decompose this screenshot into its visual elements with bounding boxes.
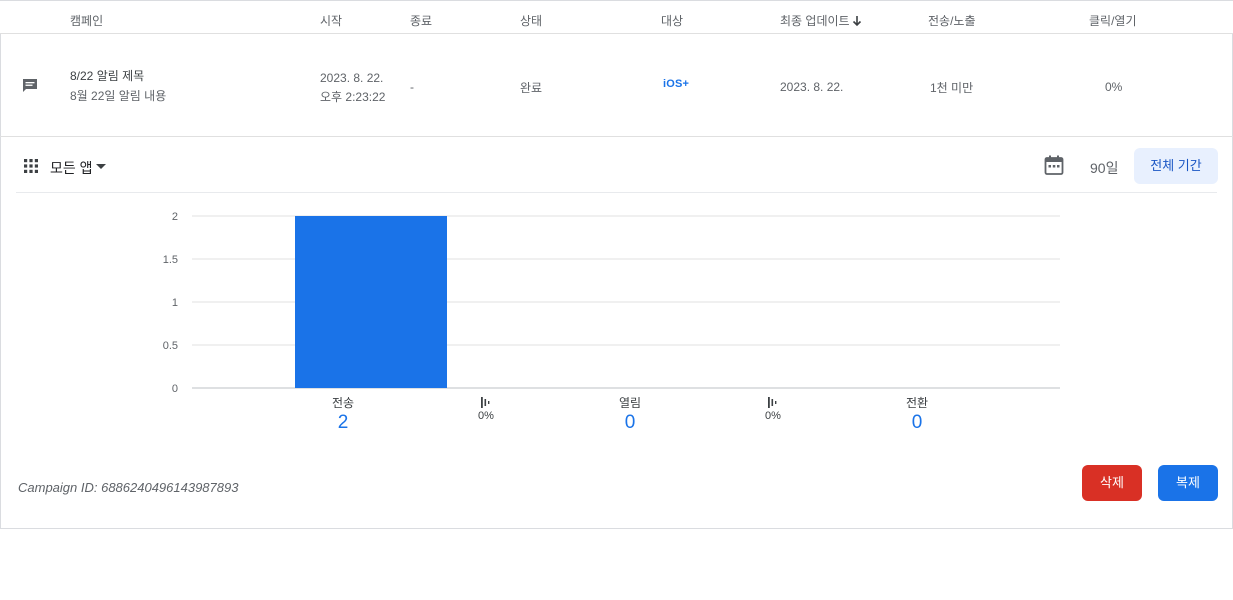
header-click[interactable]: 클릭/열기 [1089, 12, 1137, 29]
y-tick-label: 0.5 [163, 340, 178, 352]
header-campaign[interactable]: 캠페인 [70, 12, 103, 29]
target-platform-badge: iOS+ [663, 78, 690, 90]
copy-button[interactable]: 복제 [1158, 465, 1218, 501]
start-date: 2023. 8. 22. [320, 71, 384, 85]
funnel-rate-conversion: 0% [765, 410, 781, 422]
sent-value: 1천 미만 [930, 81, 974, 95]
campaign-id: Campaign ID: 6886240496143987893 [18, 480, 239, 495]
apps-dropdown-label[interactable]: 모든 앱 [50, 158, 93, 178]
table-header: 캠페인 시작 종료 상태 대상 최종 업데이트 전송/노출 클릭/열기 [0, 0, 1233, 34]
campaign-body: 8월 22일 알림 내용 [70, 89, 167, 103]
delete-button[interactable]: 삭제 [1082, 465, 1142, 501]
stat-value-sent: 2 [337, 412, 349, 433]
table-row[interactable] [0, 33, 1233, 137]
chart-toolbar [16, 137, 1217, 193]
click-value: 0% [1105, 80, 1123, 94]
stat-value-open: 0 [624, 412, 636, 433]
full-period-button[interactable]: 전체 기간 [1134, 148, 1218, 184]
last-update-value: 2023. 8. 22. [780, 80, 844, 94]
header-end[interactable]: 종료 [410, 12, 432, 29]
message-icon [21, 77, 39, 100]
apps-grid-icon[interactable] [24, 159, 38, 178]
header-sent[interactable]: 전송/노출 [928, 12, 976, 29]
stat-label-conversion: 전환 [905, 396, 929, 410]
y-tick-label: 1 [172, 297, 178, 309]
y-tick-label: 2 [172, 211, 178, 223]
y-tick-label: 1.5 [163, 254, 178, 266]
stat-label-sent: 전송 [331, 396, 355, 410]
bar-0[interactable] [295, 216, 447, 388]
header-status[interactable]: 상태 [520, 12, 542, 29]
chevron-down-icon[interactable] [96, 164, 106, 169]
header-start[interactable]: 시작 [320, 12, 342, 29]
header-last-update[interactable]: 최종 업데이트 [780, 12, 850, 29]
funnel-rate-open: 0% [478, 410, 494, 422]
stat-value-conversion: 0 [911, 412, 923, 433]
days-range-label[interactable]: 90일 [1090, 158, 1118, 178]
status-value: 완료 [520, 81, 543, 95]
header-target[interactable]: 대상 [661, 12, 683, 29]
stat-label-open: 열림 [618, 396, 642, 410]
campaign-title[interactable]: 8/22 알림 제목 [70, 67, 144, 84]
end-value: - [410, 80, 414, 94]
sort-down-arrow-icon[interactable] [852, 14, 862, 32]
y-tick-label: 0 [172, 383, 178, 395]
calendar-icon[interactable] [1044, 155, 1064, 181]
start-time: 오후 2:23:22 [320, 90, 386, 104]
